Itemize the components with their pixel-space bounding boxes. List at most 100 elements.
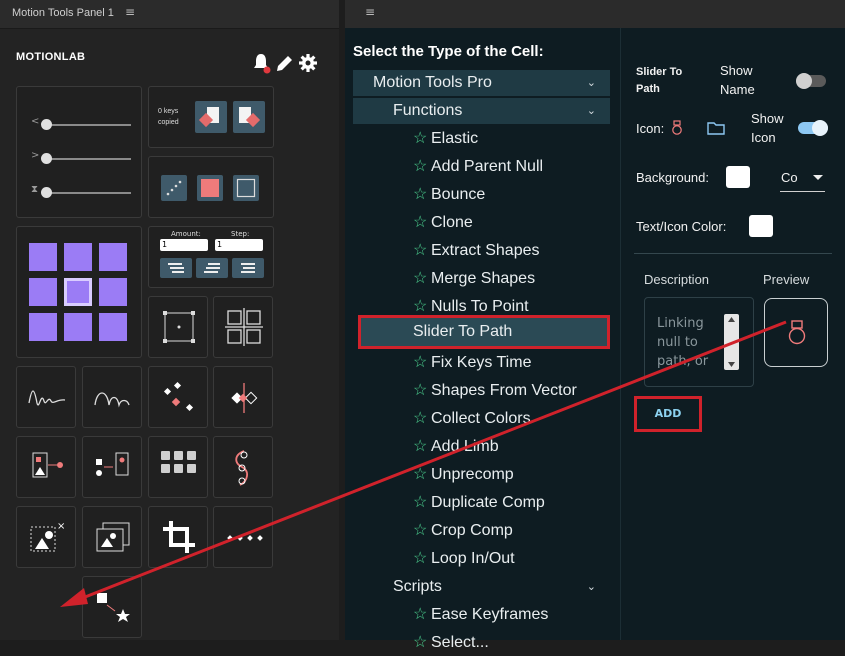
show-name-toggle[interactable] [796,73,826,89]
add-limb-cell[interactable] [213,436,273,498]
align-center-button[interactable] [196,258,228,278]
star-icon[interactable]: ☆ [413,210,427,236]
show-icon-toggle[interactable] [798,120,828,136]
star-icon[interactable]: ☆ [413,518,427,544]
function-item[interactable]: ☆ Clone [353,210,610,236]
dotted-line-button[interactable] [161,175,187,201]
star-icon[interactable]: ☆ [413,546,427,572]
align-left-button[interactable] [160,258,192,278]
description-textarea[interactable]: Linking null to path, or [644,297,754,387]
background-mode-select[interactable]: Co [780,164,825,192]
star-icon[interactable]: ☆ [413,154,427,180]
star-icon[interactable]: ☆ [413,294,427,320]
editor-menu-icon[interactable]: ≡ [365,5,375,19]
pencil-icon[interactable] [274,52,294,74]
function-item[interactable]: ☆ Duplicate Comp [353,490,610,516]
star-icon[interactable]: ☆ [413,434,427,460]
tree-group-scripts[interactable]: Scripts ⌄ [353,574,610,600]
chevron-down-icon[interactable]: ⌄ [587,574,596,600]
add-button[interactable]: ADD [634,396,702,432]
panel-menu-icon[interactable]: ≡ [125,5,135,19]
parent-null-cell[interactable] [16,436,76,498]
anchor-bottom-center[interactable] [64,313,92,341]
background-color-swatch[interactable] [726,166,750,188]
star-icon[interactable]: ☆ [413,126,427,152]
star-icon[interactable]: ☆ [413,182,427,208]
copy-keys-button[interactable] [195,101,227,133]
slider-knob[interactable] [41,119,52,130]
function-item[interactable]: ☆ Crop Comp [353,518,610,544]
stroke-square-button[interactable] [233,175,259,201]
slider-track[interactable] [43,124,131,126]
chevron-down-icon[interactable]: ⌄ [587,70,596,96]
panel-title[interactable]: Motion Tools Panel 1 [12,7,114,19]
loop-cell[interactable] [213,506,273,568]
function-item[interactable]: ☆ Nulls To Point [353,294,610,320]
function-item[interactable]: ☆ Collect Colors [353,406,610,432]
function-item[interactable]: ☆ Unprecomp [353,462,610,488]
slider-row[interactable]: ⧗ [31,184,131,199]
star-icon[interactable]: ☆ [413,350,427,376]
anchor-top-left[interactable] [29,243,57,271]
description-text[interactable]: Linking null to path, or [657,314,727,370]
function-item[interactable]: ☆ Fix Keys Time [353,350,610,376]
paste-keys-button[interactable] [233,101,265,133]
bounding-box-cell[interactable] [148,296,208,358]
anchor-middle-right[interactable] [99,278,127,306]
star-icon[interactable]: ☆ [413,490,427,516]
text-icon-color-swatch[interactable] [749,215,773,237]
amount-input[interactable]: 1 [160,239,208,251]
function-item[interactable]: ☆ Loop In/Out [353,546,610,572]
function-item[interactable]: Slider To Path [358,315,610,349]
folder-icon[interactable] [707,120,725,135]
anchor-center[interactable] [64,278,92,306]
description-scrollbar[interactable] [724,314,739,370]
star-icon[interactable]: ☆ [413,238,427,264]
slider-row[interactable]: < [31,116,131,131]
function-item[interactable]: ☆ Shapes From Vector [353,378,610,404]
align-right-button[interactable] [232,258,264,278]
tree-group-functions[interactable]: Functions ⌄ [353,98,610,124]
sliders-cell[interactable]: < > ⧗ [16,86,142,218]
function-item[interactable]: ☆ Add Parent Null [353,154,610,180]
script-item[interactable]: ☆ Select... [353,630,610,656]
star-icon[interactable]: ☆ [413,378,427,404]
grid-tiles-cell[interactable] [148,436,208,498]
precomp-cell[interactable] [82,506,142,568]
anchor-middle-left[interactable] [29,278,57,306]
anchor-grid-cell[interactable] [16,226,142,358]
function-item[interactable]: ☆ Merge Shapes [353,266,610,292]
star-icon[interactable]: ☆ [413,630,427,656]
crop-cell[interactable] [148,506,208,568]
anchor-top-center[interactable] [64,243,92,271]
star-icon[interactable]: ☆ [413,462,427,488]
step-input[interactable]: 1 [215,239,263,251]
extract-shapes-cell[interactable]: × [16,506,76,568]
bell-icon[interactable] [251,52,271,74]
bounce-cell[interactable] [82,366,142,428]
slider-knob[interactable] [41,153,52,164]
link-null-cell[interactable] [82,436,142,498]
chevron-down-icon[interactable]: ⌄ [587,98,596,124]
anchor-top-right[interactable] [99,243,127,271]
function-item[interactable]: ☆ Bounce [353,182,610,208]
sequence-cell[interactable]: Amount: Step: 1 1 [148,226,274,288]
slider-knob[interactable] [41,187,52,198]
script-item[interactable]: ☆ Ease Keyframes [353,602,610,628]
function-item[interactable]: ☆ Extract Shapes [353,238,610,264]
shape-to-star-cell[interactable] [82,576,142,638]
fill-square-button[interactable] [197,175,223,201]
function-item[interactable]: ☆ Add Limb [353,434,610,460]
slider-track[interactable] [43,158,131,160]
slider-row[interactable]: > [31,150,131,165]
anchor-bottom-left[interactable] [29,313,57,341]
slider-track[interactable] [43,192,131,194]
elastic-cell[interactable] [16,366,76,428]
star-icon[interactable]: ☆ [413,266,427,292]
scatter-cell[interactable] [148,366,208,428]
gear-icon[interactable] [298,52,318,74]
split-grid-cell[interactable] [213,296,273,358]
tree-group-motion-tools-pro[interactable]: Motion Tools Pro ⌄ [353,70,610,96]
mirror-keys-cell[interactable] [213,366,273,428]
star-icon[interactable]: ☆ [413,602,427,628]
